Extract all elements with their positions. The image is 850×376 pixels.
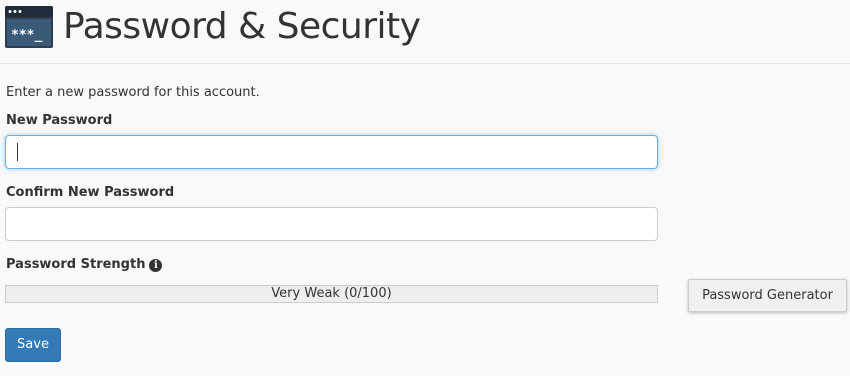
info-circle-icon[interactable]: i: [149, 259, 163, 272]
password-strength-text: Very Weak (0/100): [271, 286, 392, 301]
form-description: Enter a new password for this account.: [6, 85, 260, 100]
confirm-password-label: Confirm New Password: [6, 185, 175, 200]
text-caret: [17, 143, 18, 161]
password-icon-text: ***_: [11, 28, 42, 43]
page-header: ***_ Password & Security: [5, 6, 421, 48]
page-title: Password & Security: [63, 6, 421, 47]
password-terminal-icon: ***_: [5, 6, 53, 48]
save-button[interactable]: Save: [5, 328, 61, 362]
password-generator-button[interactable]: Password Generator: [688, 279, 847, 312]
new-password-input[interactable]: [5, 135, 658, 169]
page: ***_ Password & Security Enter a new pas…: [0, 0, 850, 376]
header-divider: [0, 63, 850, 64]
password-strength-heading: Password Strength i: [6, 257, 163, 272]
password-strength-label: Password Strength: [6, 257, 146, 272]
password-strength-meter: Very Weak (0/100): [5, 285, 658, 303]
new-password-label: New Password: [6, 113, 113, 128]
confirm-password-input[interactable]: [5, 207, 658, 241]
